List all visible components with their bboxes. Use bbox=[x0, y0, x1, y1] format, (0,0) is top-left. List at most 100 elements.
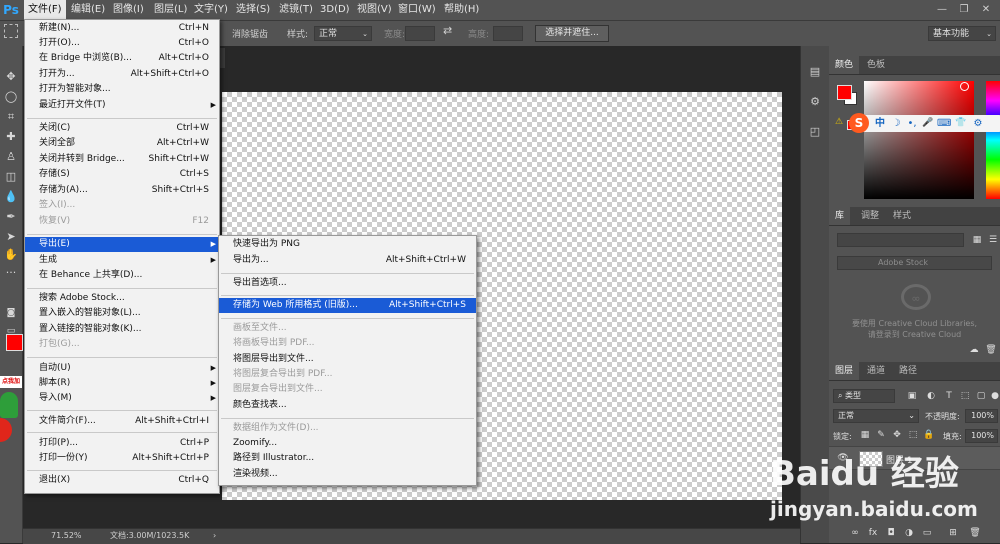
status-arrow-icon[interactable]: › bbox=[213, 529, 216, 543]
hue-slider[interactable] bbox=[986, 81, 1000, 199]
tab-color[interactable]: 颜色 bbox=[829, 56, 860, 74]
file-menu-item[interactable]: 新建(N)... Ctrl+N bbox=[25, 21, 219, 36]
file-menu-item[interactable]: 打印一份(Y) Alt+Shift+Ctrl+P bbox=[25, 451, 219, 466]
export-menu-item[interactable]: 导出为... Alt+Shift+Ctrl+W bbox=[219, 253, 476, 268]
menu-2[interactable]: 图像(I) bbox=[109, 0, 148, 20]
height-input[interactable] bbox=[493, 26, 523, 41]
more-tools-icon[interactable]: ··· bbox=[2, 264, 20, 282]
filter-pixel-icon[interactable]: ▣ bbox=[906, 390, 918, 402]
sogou-logo[interactable]: S bbox=[849, 113, 869, 133]
menu-5[interactable]: 选择(S) bbox=[232, 0, 274, 20]
filter-smart-icon[interactable]: ▢ bbox=[975, 390, 987, 402]
file-menu-item[interactable]: 导入(M) ▶ bbox=[25, 391, 219, 406]
file-menu-item[interactable]: 关闭并转到 Bridge... Shift+Ctrl+W bbox=[25, 152, 219, 167]
file-menu-item[interactable]: 打开为智能对象... bbox=[25, 82, 219, 97]
export-menu-item[interactable]: 将图层复合导出到 PDF... bbox=[219, 367, 476, 382]
file-menu-item[interactable]: 打印(P)... Ctrl+P bbox=[25, 436, 219, 451]
file-menu-item[interactable]: 文件简介(F)... Alt+Shift+Ctrl+I bbox=[25, 414, 219, 429]
adjustment-layer-icon[interactable]: ◑ bbox=[903, 527, 915, 539]
close-icon[interactable]: ✕ bbox=[979, 3, 993, 17]
foreground-color-swatch[interactable] bbox=[837, 85, 852, 100]
lock-transparent-icon[interactable]: ▦ bbox=[859, 429, 871, 441]
file-menu-item[interactable]: 签入(I)... bbox=[25, 198, 219, 213]
file-menu-item[interactable]: 搜索 Adobe Stock... bbox=[25, 291, 219, 306]
lock-all-icon[interactable]: 🔒 bbox=[923, 429, 935, 441]
fx-icon[interactable]: fx bbox=[867, 527, 879, 539]
side-ad[interactable]: 点我加速 bbox=[0, 374, 22, 444]
export-menu-item[interactable]: 导出首选项... bbox=[219, 276, 476, 291]
export-menu-item[interactable]: 数据组作为文件(D)... bbox=[219, 421, 476, 436]
export-menu-item[interactable]: 画板至文件... bbox=[219, 321, 476, 336]
grid-view-icon[interactable]: ▦ bbox=[971, 234, 983, 246]
tab-paths[interactable]: 路径 bbox=[893, 362, 923, 380]
properties-icon[interactable]: ⚙ bbox=[807, 94, 823, 110]
opacity-input[interactable]: 100% bbox=[965, 409, 998, 423]
filter-type-icon[interactable]: T bbox=[943, 390, 955, 402]
export-menu-item[interactable]: 存储为 Web 所用格式 (旧版)... Alt+Shift+Ctrl+S bbox=[219, 298, 476, 313]
filter-toggle-icon[interactable]: ● bbox=[989, 390, 1000, 402]
menu-3[interactable]: 图层(L) bbox=[150, 0, 191, 20]
link-layers-icon[interactable]: ∞ bbox=[849, 527, 861, 539]
restore-icon[interactable]: ❐ bbox=[957, 3, 971, 17]
crop-tool-icon[interactable]: ⌗ bbox=[2, 108, 20, 126]
file-menu-item[interactable]: 打开(O)... Ctrl+O bbox=[25, 36, 219, 51]
export-menu-item[interactable]: 将画板导出到 PDF... bbox=[219, 336, 476, 351]
tab-channels[interactable]: 通道 bbox=[861, 362, 891, 380]
screen-mode-icon[interactable]: ▭ bbox=[2, 322, 20, 340]
lock-position-icon[interactable]: ✥ bbox=[891, 429, 903, 441]
workspace-select[interactable]: 基本功能 ⌄ bbox=[928, 26, 996, 41]
library-trash-icon[interactable]: 🗑 bbox=[985, 344, 997, 356]
color-field[interactable] bbox=[864, 81, 974, 199]
export-menu-item[interactable]: Zoomify... bbox=[219, 436, 476, 451]
file-menu-item[interactable]: 关闭全部 Alt+Ctrl+W bbox=[25, 136, 219, 151]
filter-shape-icon[interactable]: ⬚ bbox=[959, 390, 971, 402]
tab-swatches[interactable]: 色板 bbox=[861, 56, 891, 74]
ime-punct-icon[interactable]: •, bbox=[905, 115, 919, 132]
info-icon[interactable]: ◰ bbox=[807, 124, 823, 140]
stock-search-input[interactable]: Adobe Stock bbox=[837, 256, 992, 270]
fill-input[interactable]: 100% bbox=[965, 429, 998, 443]
ime-mic-icon[interactable]: 🎤 bbox=[921, 115, 935, 132]
menu-1[interactable]: 编辑(E) bbox=[67, 0, 109, 20]
menu-6[interactable]: 滤镜(T) bbox=[275, 0, 317, 20]
new-group-icon[interactable]: ▭ bbox=[921, 527, 933, 539]
file-menu-item[interactable]: 存储为(A)... Shift+Ctrl+S bbox=[25, 183, 219, 198]
path-select-icon[interactable]: ➤ bbox=[2, 228, 20, 246]
color-picker-ring[interactable] bbox=[960, 82, 969, 91]
menu-7[interactable]: 3D(D) bbox=[316, 0, 354, 20]
export-menu-item[interactable]: 颜色查找表... bbox=[219, 398, 476, 413]
export-menu-item[interactable]: 路径到 Illustrator... bbox=[219, 451, 476, 466]
lock-artboard-icon[interactable]: ⬚ bbox=[907, 429, 919, 441]
blend-mode-select[interactable]: 正常 ⌄ bbox=[833, 409, 919, 423]
export-menu-item[interactable]: 将图层导出到文件... bbox=[219, 352, 476, 367]
select-and-mask-button[interactable]: 选择并遮住... bbox=[535, 25, 609, 42]
library-select[interactable] bbox=[837, 233, 964, 247]
stamp-tool-icon[interactable]: ♙ bbox=[2, 148, 20, 166]
file-menu-item[interactable]: 生成 ▶ bbox=[25, 253, 219, 268]
new-layer-icon[interactable]: ⊞ bbox=[947, 527, 959, 539]
menu-9[interactable]: 窗口(W) bbox=[394, 0, 440, 20]
menu-10[interactable]: 帮助(H) bbox=[440, 0, 483, 20]
eraser-tool-icon[interactable]: ◫ bbox=[2, 168, 20, 186]
ime-skin-icon[interactable]: 👕 bbox=[953, 115, 969, 132]
file-menu-item[interactable]: 恢复(V) F12 bbox=[25, 214, 219, 229]
export-menu-item[interactable]: 图层复合导出到文件... bbox=[219, 382, 476, 397]
blur-tool-icon[interactable]: 💧 bbox=[2, 188, 20, 206]
move-tool-icon[interactable]: ✥ bbox=[2, 68, 20, 86]
menu-4[interactable]: 文字(Y) bbox=[190, 0, 232, 20]
width-input[interactable] bbox=[405, 26, 435, 41]
tab-adjustments[interactable]: 调整 bbox=[855, 207, 885, 225]
file-menu-item[interactable]: 打开为... Alt+Shift+Ctrl+O bbox=[25, 67, 219, 82]
tab-layers[interactable]: 图层 bbox=[829, 362, 860, 380]
lasso-tool-icon[interactable]: ◯ bbox=[2, 88, 20, 106]
minimize-icon[interactable]: — bbox=[935, 3, 949, 17]
pen-tool-icon[interactable]: ✒ bbox=[2, 208, 20, 226]
menu-0[interactable]: 文件(F) bbox=[24, 0, 66, 20]
file-menu-item[interactable]: 置入嵌入的智能对象(L)... bbox=[25, 306, 219, 321]
cc-sync-icon[interactable]: ☁ bbox=[968, 344, 980, 356]
file-menu-item[interactable]: 最近打开文件(T) ▶ bbox=[25, 98, 219, 113]
lock-pixels-icon[interactable]: ✎ bbox=[875, 429, 887, 441]
filter-adjust-icon[interactable]: ◐ bbox=[925, 390, 937, 402]
delete-layer-icon[interactable]: 🗑 bbox=[969, 527, 981, 539]
marquee-tool-icon[interactable] bbox=[4, 24, 18, 38]
